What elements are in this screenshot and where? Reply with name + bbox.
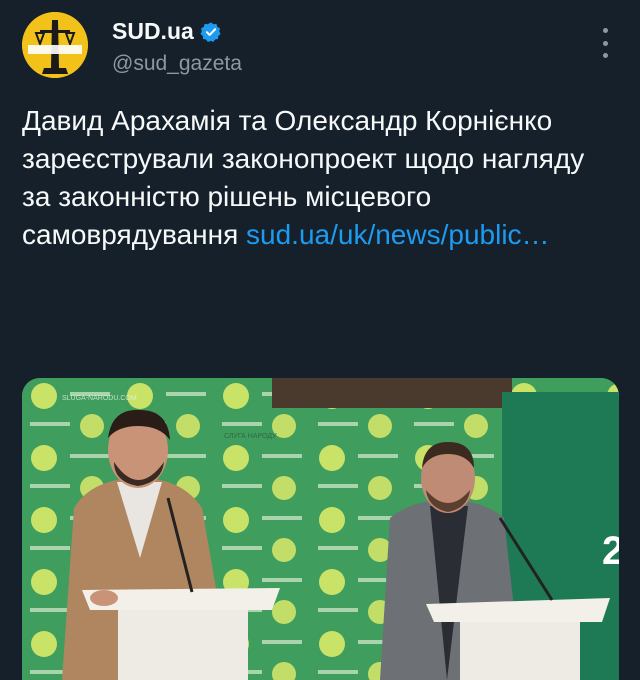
tweet-header: SUD.ua @sud_gazeta xyxy=(22,12,620,82)
tweet-media[interactable]: 2 SLUGA-NARODU.COM СЛУГА НАРОДУ xyxy=(22,378,619,680)
avatar[interactable] xyxy=(22,12,88,78)
more-options-icon[interactable] xyxy=(600,28,610,58)
verified-badge-icon xyxy=(200,21,221,42)
media-photo: 2 SLUGA-NARODU.COM СЛУГА НАРОДУ xyxy=(22,378,619,680)
tweet-text: Давид Арахамія та Олександр Корнієнко за… xyxy=(22,102,612,254)
tweet-link[interactable]: sud.ua/uk/news/public… xyxy=(246,219,550,250)
avatar-logo xyxy=(22,12,88,78)
backdrop-logo-text: СЛУГА НАРОДУ xyxy=(224,433,277,440)
display-name[interactable]: SUD.ua xyxy=(112,18,194,45)
account-handle[interactable]: @sud_gazeta xyxy=(112,52,242,76)
side-number: 2 xyxy=(602,529,619,573)
backdrop-text: SLUGA-NARODU.COM xyxy=(62,395,137,402)
